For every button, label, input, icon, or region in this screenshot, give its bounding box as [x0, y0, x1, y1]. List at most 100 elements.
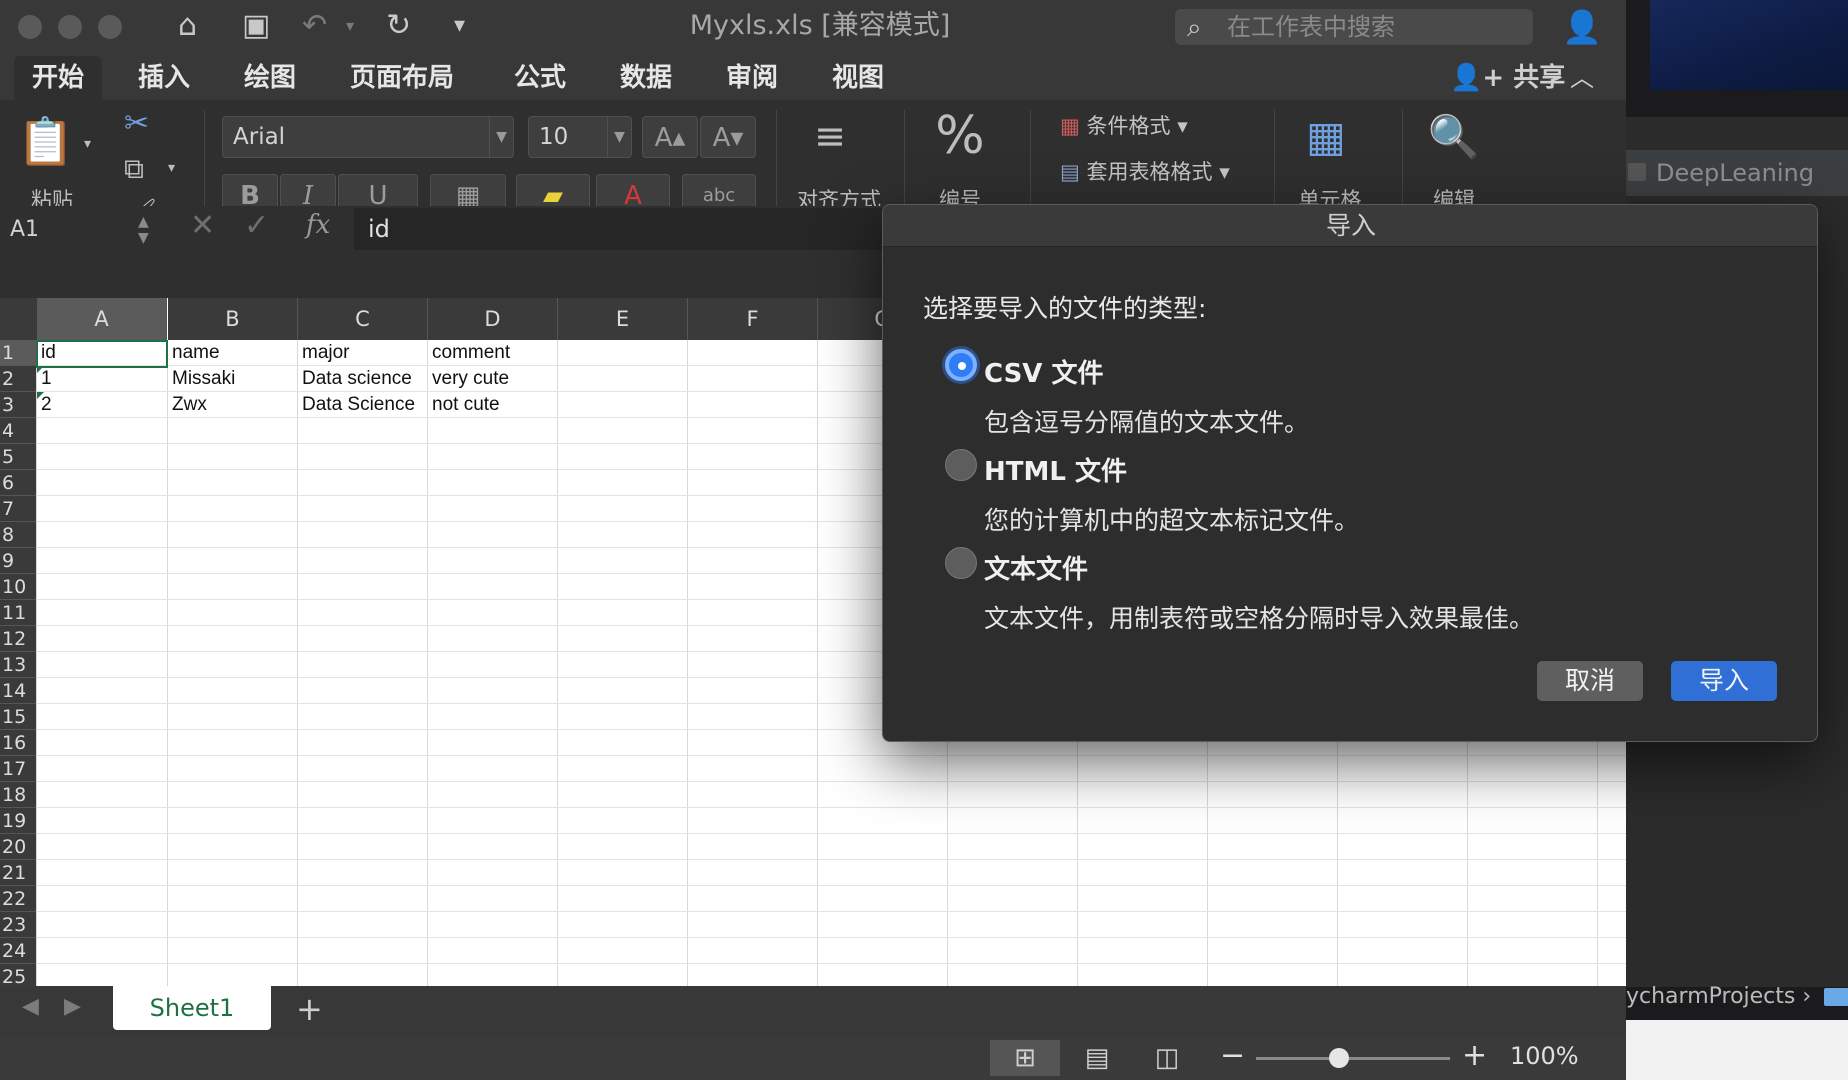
- row-header-4[interactable]: 4: [0, 418, 37, 444]
- cells-icon[interactable]: ▦: [1296, 112, 1356, 161]
- insert-function-icon[interactable]: fx: [306, 210, 330, 240]
- tab-formulas[interactable]: 公式: [496, 56, 584, 100]
- pycharm-breadcrumb[interactable]: ycharmProjects ›: [1626, 980, 1848, 1014]
- row-header-7[interactable]: 7: [0, 496, 37, 522]
- pycharm-project-tab[interactable]: DeepLeaning: [1626, 150, 1848, 196]
- row-header-2[interactable]: 2: [0, 366, 37, 392]
- tab-review[interactable]: 审阅: [708, 56, 796, 100]
- row-header-16[interactable]: 16: [0, 730, 37, 756]
- clipboard-icon[interactable]: 📋: [16, 114, 76, 174]
- table-format-button[interactable]: ▤ 套用表格格式 ▾: [1060, 156, 1230, 186]
- account-icon[interactable]: 👤: [1562, 8, 1602, 46]
- close-window-button[interactable]: [18, 15, 42, 39]
- zoom-in-icon[interactable]: +: [1462, 1038, 1487, 1073]
- cell-c3[interactable]: Data Science: [298, 392, 428, 418]
- cell-c1[interactable]: major: [298, 340, 428, 366]
- zoom-slider[interactable]: [1256, 1057, 1450, 1060]
- sheet-tab[interactable]: Sheet1: [113, 986, 271, 1030]
- cell-b1[interactable]: name: [168, 340, 298, 366]
- row-header-12[interactable]: 12: [0, 626, 37, 652]
- row-header-23[interactable]: 23: [0, 912, 37, 938]
- row-header-9[interactable]: 9: [0, 548, 37, 574]
- cut-icon[interactable]: ✂: [124, 106, 149, 141]
- customize-toolbar-icon[interactable]: ▾: [454, 6, 465, 46]
- row-header-20[interactable]: 20: [0, 834, 37, 860]
- tab-insert[interactable]: 插入: [120, 56, 208, 100]
- page-layout-view-icon[interactable]: ▤: [1062, 1040, 1132, 1076]
- column-header-e[interactable]: E: [558, 298, 688, 340]
- undo-icon[interactable]: ↶: [302, 6, 327, 46]
- column-header-c[interactable]: C: [298, 298, 428, 340]
- cell-b2[interactable]: Missaki: [168, 366, 298, 392]
- number-as-text-indicator[interactable]: [37, 392, 44, 399]
- minimize-window-button[interactable]: [58, 15, 82, 39]
- next-sheet-icon[interactable]: ▶: [64, 994, 81, 1019]
- row-header-19[interactable]: 19: [0, 808, 37, 834]
- font-size-select[interactable]: 10 ▼: [528, 116, 632, 158]
- page-break-view-icon[interactable]: ◫: [1132, 1040, 1202, 1076]
- tab-draw[interactable]: 绘图: [226, 56, 314, 100]
- csv-radio[interactable]: [945, 349, 977, 381]
- share-button[interactable]: 👤+ 共享: [1450, 56, 1565, 100]
- tab-page-layout[interactable]: 页面布局: [332, 56, 472, 100]
- row-header-13[interactable]: 13: [0, 652, 37, 678]
- magnifier-icon[interactable]: 🔍: [1424, 112, 1484, 162]
- decrease-font-size-button[interactable]: A▾: [700, 116, 756, 158]
- row-header-21[interactable]: 21: [0, 860, 37, 886]
- font-name-select[interactable]: Arial ▼: [222, 116, 514, 158]
- tab-view[interactable]: 视图: [814, 56, 902, 100]
- align-icon[interactable]: ≡: [800, 114, 860, 158]
- previous-sheet-icon[interactable]: ◀: [22, 994, 39, 1019]
- zoom-slider-thumb[interactable]: [1329, 1048, 1350, 1068]
- percent-icon[interactable]: %: [930, 106, 990, 166]
- zoom-window-button[interactable]: [98, 15, 122, 39]
- zoom-percentage[interactable]: 100%: [1510, 1042, 1579, 1070]
- text-radio[interactable]: [945, 547, 977, 579]
- cell-d2[interactable]: very cute: [428, 366, 558, 392]
- column-header-f[interactable]: F: [688, 298, 818, 340]
- paste-dropdown-icon[interactable]: ▾: [84, 136, 91, 152]
- row-header-8[interactable]: 8: [0, 522, 37, 548]
- increase-font-size-button[interactable]: A▴: [642, 116, 698, 158]
- save-icon[interactable]: ▣: [242, 6, 270, 46]
- row-header-15[interactable]: 15: [0, 704, 37, 730]
- row-header-1[interactable]: 1: [0, 340, 37, 366]
- sheet-search-field[interactable]: ⌕ 在工作表中搜索: [1175, 9, 1533, 45]
- zoom-out-icon[interactable]: −: [1220, 1038, 1245, 1073]
- cell-a2[interactable]: 1: [37, 366, 167, 392]
- undo-dropdown-icon[interactable]: ▾: [346, 6, 354, 46]
- home-icon[interactable]: ⌂: [178, 6, 197, 46]
- normal-view-icon[interactable]: ⊞: [990, 1040, 1060, 1076]
- cell-c2[interactable]: Data science: [298, 366, 428, 392]
- add-sheet-icon[interactable]: +: [296, 990, 323, 1028]
- row-header-6[interactable]: 6: [0, 470, 37, 496]
- cancel-entry-icon[interactable]: ✕: [190, 208, 215, 243]
- row-header-3[interactable]: 3: [0, 392, 37, 418]
- row-header-24[interactable]: 24: [0, 938, 37, 964]
- row-header-11[interactable]: 11: [0, 600, 37, 626]
- name-box-stepper[interactable]: ▲ ▼: [138, 214, 149, 246]
- row-header-22[interactable]: 22: [0, 886, 37, 912]
- redo-icon[interactable]: ↻: [386, 6, 411, 46]
- row-header-18[interactable]: 18: [0, 782, 37, 808]
- cell-b3[interactable]: Zwx: [168, 392, 298, 418]
- row-header-14[interactable]: 14: [0, 678, 37, 704]
- import-button[interactable]: 导入: [1671, 661, 1777, 701]
- html-radio[interactable]: [945, 449, 977, 481]
- cell-d3[interactable]: not cute: [428, 392, 558, 418]
- conditional-format-button[interactable]: ▦ 条件格式 ▾: [1060, 110, 1188, 140]
- cell-a3[interactable]: 2: [37, 392, 167, 418]
- column-header-a[interactable]: A: [37, 298, 167, 340]
- confirm-entry-icon[interactable]: ✓: [244, 208, 269, 243]
- select-all-corner[interactable]: [0, 298, 37, 340]
- row-header-5[interactable]: 5: [0, 444, 37, 470]
- tab-data[interactable]: 数据: [602, 56, 690, 100]
- cell-d1[interactable]: comment: [428, 340, 558, 366]
- copy-dropdown-icon[interactable]: ▾: [168, 160, 175, 176]
- html-option-label[interactable]: HTML 文件: [984, 451, 1127, 488]
- row-header-10[interactable]: 10: [0, 574, 37, 600]
- collapse-ribbon-icon[interactable]: ︿: [1570, 56, 1594, 100]
- cancel-button[interactable]: 取消: [1537, 661, 1643, 701]
- column-header-b[interactable]: B: [168, 298, 298, 340]
- column-header-d[interactable]: D: [428, 298, 558, 340]
